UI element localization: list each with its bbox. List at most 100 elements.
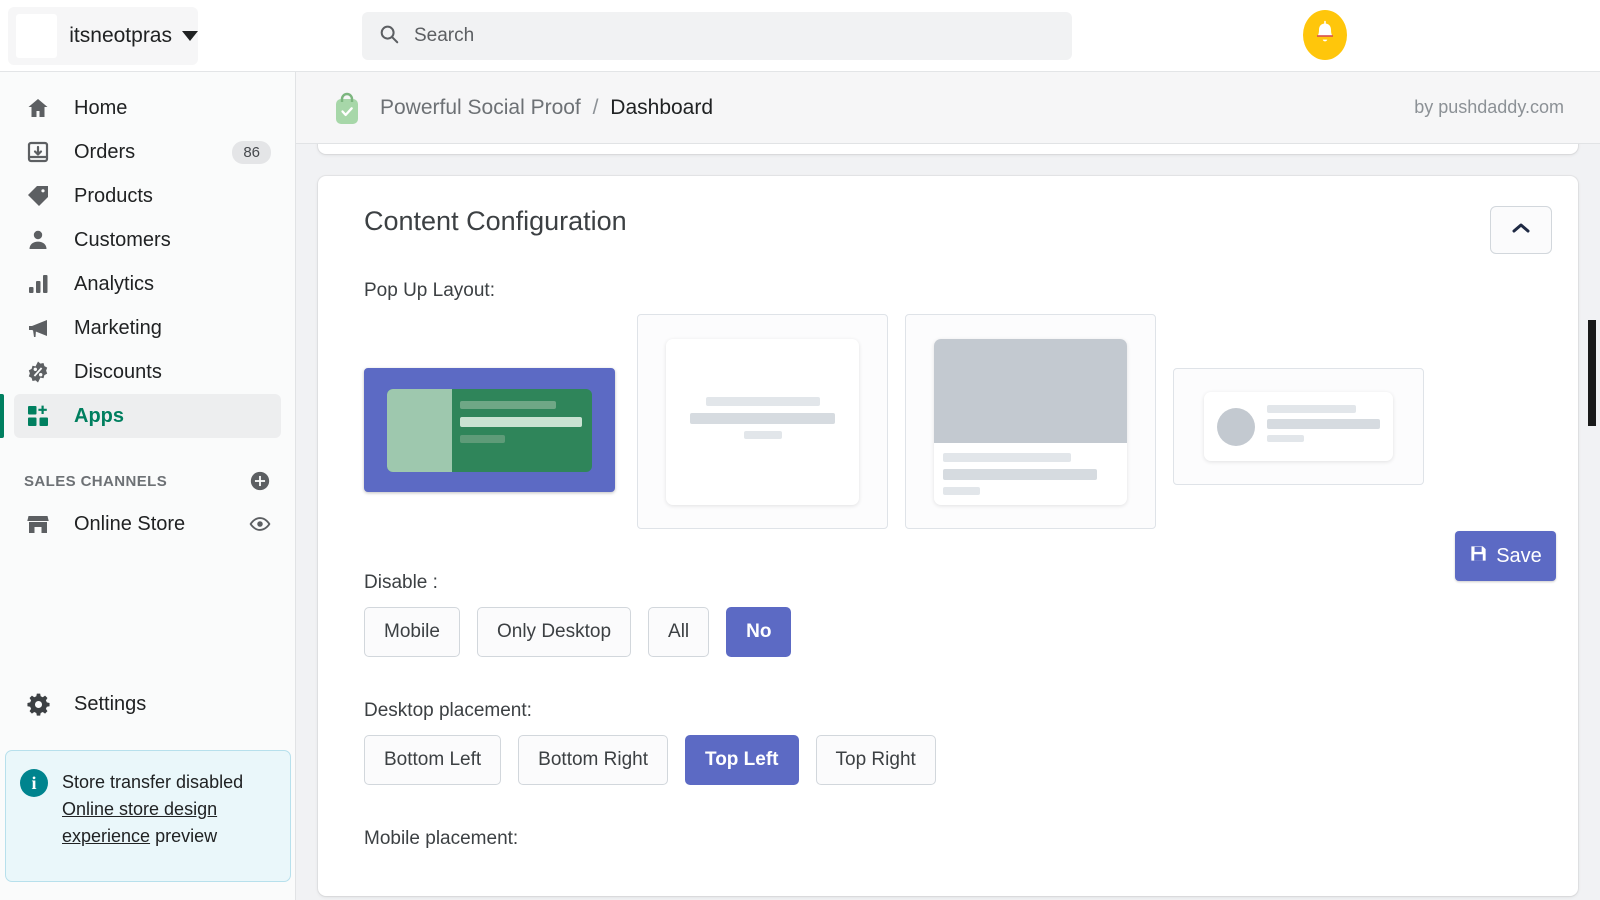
sidebar-item-label: Home <box>74 97 127 120</box>
sales-channels-section-header: SALES CHANNELS <box>14 466 281 496</box>
preview-avatar <box>1217 408 1255 446</box>
search-input[interactable]: Search <box>362 12 1072 60</box>
sidebar-item-label: Customers <box>74 229 171 252</box>
banner-title: Store transfer disabled <box>62 772 243 792</box>
info-circle-icon: i <box>20 769 48 797</box>
byline: by pushdaddy.com <box>1414 97 1564 118</box>
sidebar-item-marketing[interactable]: Marketing <box>14 306 281 350</box>
sidebar-item-discounts[interactable]: Discounts <box>14 350 281 394</box>
breadcrumb-app-name[interactable]: Powerful Social Proof <box>380 96 581 119</box>
green-shopping-bag-check-icon <box>332 91 362 125</box>
disable-option-only-desktop[interactable]: Only Desktop <box>477 607 631 657</box>
popup-layout-label: Pop Up Layout: <box>364 280 1548 302</box>
search-icon <box>378 23 400 50</box>
desktop-placement-bottom-right[interactable]: Bottom Right <box>518 735 668 785</box>
preview-line <box>943 487 980 495</box>
sidebar-item-label: Online Store <box>74 513 185 536</box>
desktop-placement-bottom-left[interactable]: Bottom Left <box>364 735 501 785</box>
sidebar: Home Orders 86 <box>0 72 296 900</box>
layout-option-image-top[interactable] <box>905 314 1156 529</box>
mobile-placement-label: Mobile placement: <box>364 828 1548 850</box>
preview-line <box>460 401 556 409</box>
disable-label: Disable : <box>364 572 1548 594</box>
notifications-button[interactable] <box>1303 10 1347 60</box>
sidebar-item-label: Settings <box>74 693 146 716</box>
home-icon <box>24 94 52 122</box>
app-root: itsneotpras Search <box>0 0 1600 900</box>
breadcrumb-current: Dashboard <box>610 96 713 119</box>
layout-option-text-only[interactable] <box>637 314 888 529</box>
bell-icon <box>1313 20 1337 51</box>
sidebar-item-customers[interactable]: Customers <box>14 218 281 262</box>
eye-icon[interactable] <box>249 513 271 535</box>
desktop-placement-top-right[interactable]: Top Right <box>816 735 936 785</box>
popup-layout-options <box>364 314 1548 529</box>
page-title: Content Configuration <box>364 206 1548 237</box>
disable-option-all[interactable]: All <box>648 607 709 657</box>
orders-count-badge: 86 <box>232 141 271 164</box>
content-configuration-card: Content Configuration Pop Up Layout: <box>318 176 1578 896</box>
sidebar-item-online-store[interactable]: Online Store <box>14 502 281 546</box>
sidebar-item-settings[interactable]: Settings <box>14 682 282 726</box>
preview-line <box>1267 435 1304 442</box>
apps-grid-plus-icon <box>24 402 52 430</box>
collapse-section-button[interactable] <box>1490 206 1552 254</box>
top-bar: itsneotpras Search <box>0 0 1600 72</box>
page-header: Powerful Social Proof / Dashboard by pus… <box>296 72 1600 144</box>
primary-navigation: Home Orders 86 <box>0 72 295 546</box>
preview-line <box>943 469 1097 480</box>
bar-chart-icon <box>24 270 52 298</box>
person-icon <box>24 226 52 254</box>
megaphone-icon <box>24 314 52 342</box>
preview-text-lines <box>452 389 592 472</box>
floppy-disk-save-icon <box>1469 544 1488 569</box>
search-placeholder: Search <box>414 25 474 47</box>
layout-option-avatar-inline[interactable] <box>1173 368 1424 485</box>
sidebar-item-apps[interactable]: Apps <box>14 394 281 438</box>
layout-preview <box>387 389 592 472</box>
layout-preview <box>934 339 1127 505</box>
preview-line <box>460 417 582 427</box>
preview-line <box>943 453 1071 462</box>
disable-option-mobile[interactable]: Mobile <box>364 607 460 657</box>
save-button-label: Save <box>1496 545 1542 568</box>
desktop-placement-options: Bottom Left Bottom Right Top Left Top Ri… <box>364 735 1548 785</box>
preview-line <box>460 435 505 443</box>
disable-options: Mobile Only Desktop All No <box>364 607 1548 657</box>
storefront-icon <box>24 510 52 538</box>
store-name: itsneotpras <box>69 24 172 48</box>
preview-line <box>706 397 820 406</box>
desktop-placement-label: Desktop placement: <box>364 700 1548 722</box>
chevron-down-icon <box>182 31 198 41</box>
tag-icon <box>24 182 52 210</box>
preview-text-lines <box>934 443 1127 495</box>
preview-line <box>744 431 782 439</box>
sidebar-item-label: Apps <box>74 405 124 428</box>
sidebar-item-analytics[interactable]: Analytics <box>14 262 281 306</box>
orders-inbox-icon <box>24 138 52 166</box>
chevron-up-icon <box>1511 221 1531 240</box>
preview-text-lines <box>1267 405 1380 448</box>
layout-option-image-left[interactable] <box>364 368 615 492</box>
banner-text: Store transfer disabled Online store des… <box>62 769 276 863</box>
preview-line <box>1267 419 1380 429</box>
banner-suffix: preview <box>150 826 217 846</box>
sidebar-item-orders[interactable]: Orders 86 <box>14 130 281 174</box>
preview-image-block <box>387 389 452 472</box>
breadcrumb-separator: / <box>593 96 599 119</box>
settings-row: Settings <box>0 682 296 726</box>
plus-circle-icon[interactable] <box>249 470 271 492</box>
store-logo <box>16 14 57 58</box>
sidebar-item-home[interactable]: Home <box>14 86 281 130</box>
store-switcher[interactable]: itsneotpras <box>8 7 198 65</box>
discount-percent-icon <box>24 358 52 386</box>
sidebar-item-label: Orders <box>74 141 135 164</box>
sidebar-item-products[interactable]: Products <box>14 174 281 218</box>
vertical-scrollbar-thumb[interactable] <box>1588 320 1596 426</box>
layout-preview <box>1204 392 1393 461</box>
preview-line <box>1267 405 1356 413</box>
breadcrumb: Powerful Social Proof / Dashboard <box>380 96 713 120</box>
save-button[interactable]: Save <box>1455 531 1556 581</box>
desktop-placement-top-left[interactable]: Top Left <box>685 735 799 785</box>
disable-option-no[interactable]: No <box>726 607 791 657</box>
